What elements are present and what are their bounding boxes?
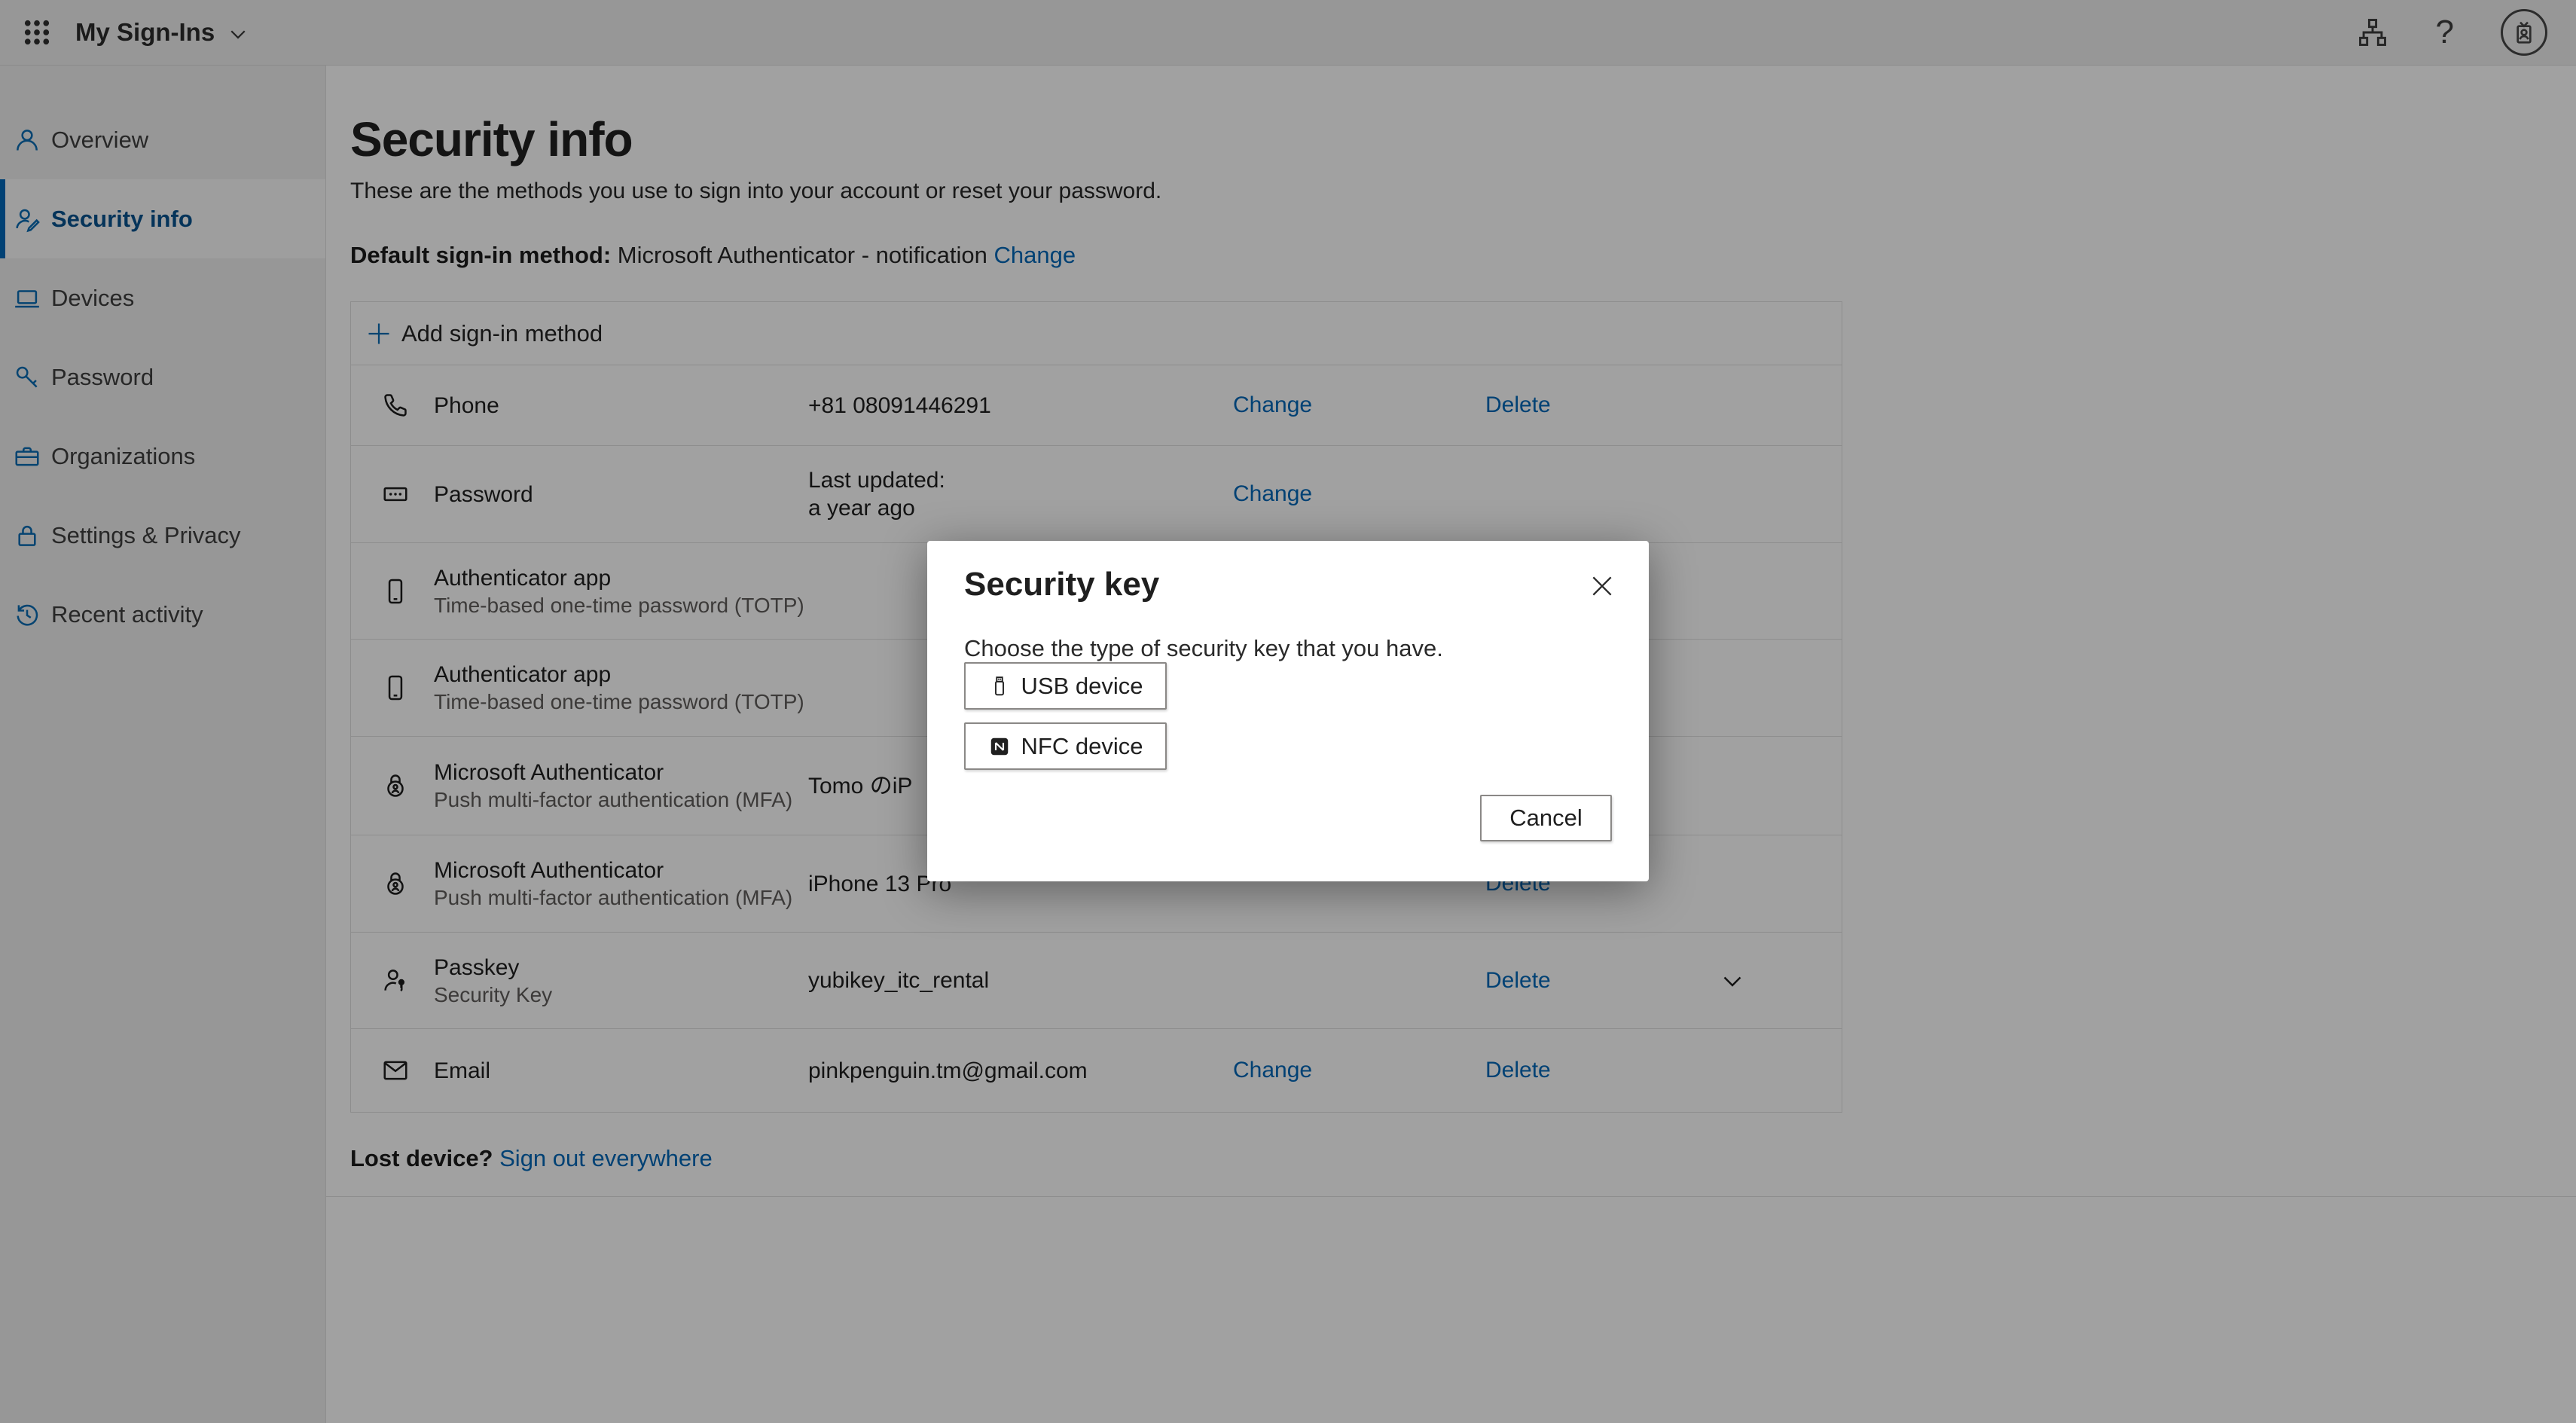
dialog-message: Choose the type of security key that you… [964,635,1443,662]
cancel-button[interactable]: Cancel [1480,795,1612,841]
security-key-dialog: Security key Choose the type of security… [927,541,1649,881]
usb-stick-icon [988,675,1011,698]
nfc-button-label: NFC device [1021,733,1143,760]
dialog-title: Security key [964,566,1159,603]
cancel-button-label: Cancel [1509,805,1583,832]
nfc-device-button[interactable]: NFC device [964,722,1167,770]
usb-button-label: USB device [1021,673,1143,700]
usb-device-button[interactable]: USB device [964,662,1167,710]
close-icon[interactable] [1587,571,1617,601]
nfc-icon [988,735,1011,758]
